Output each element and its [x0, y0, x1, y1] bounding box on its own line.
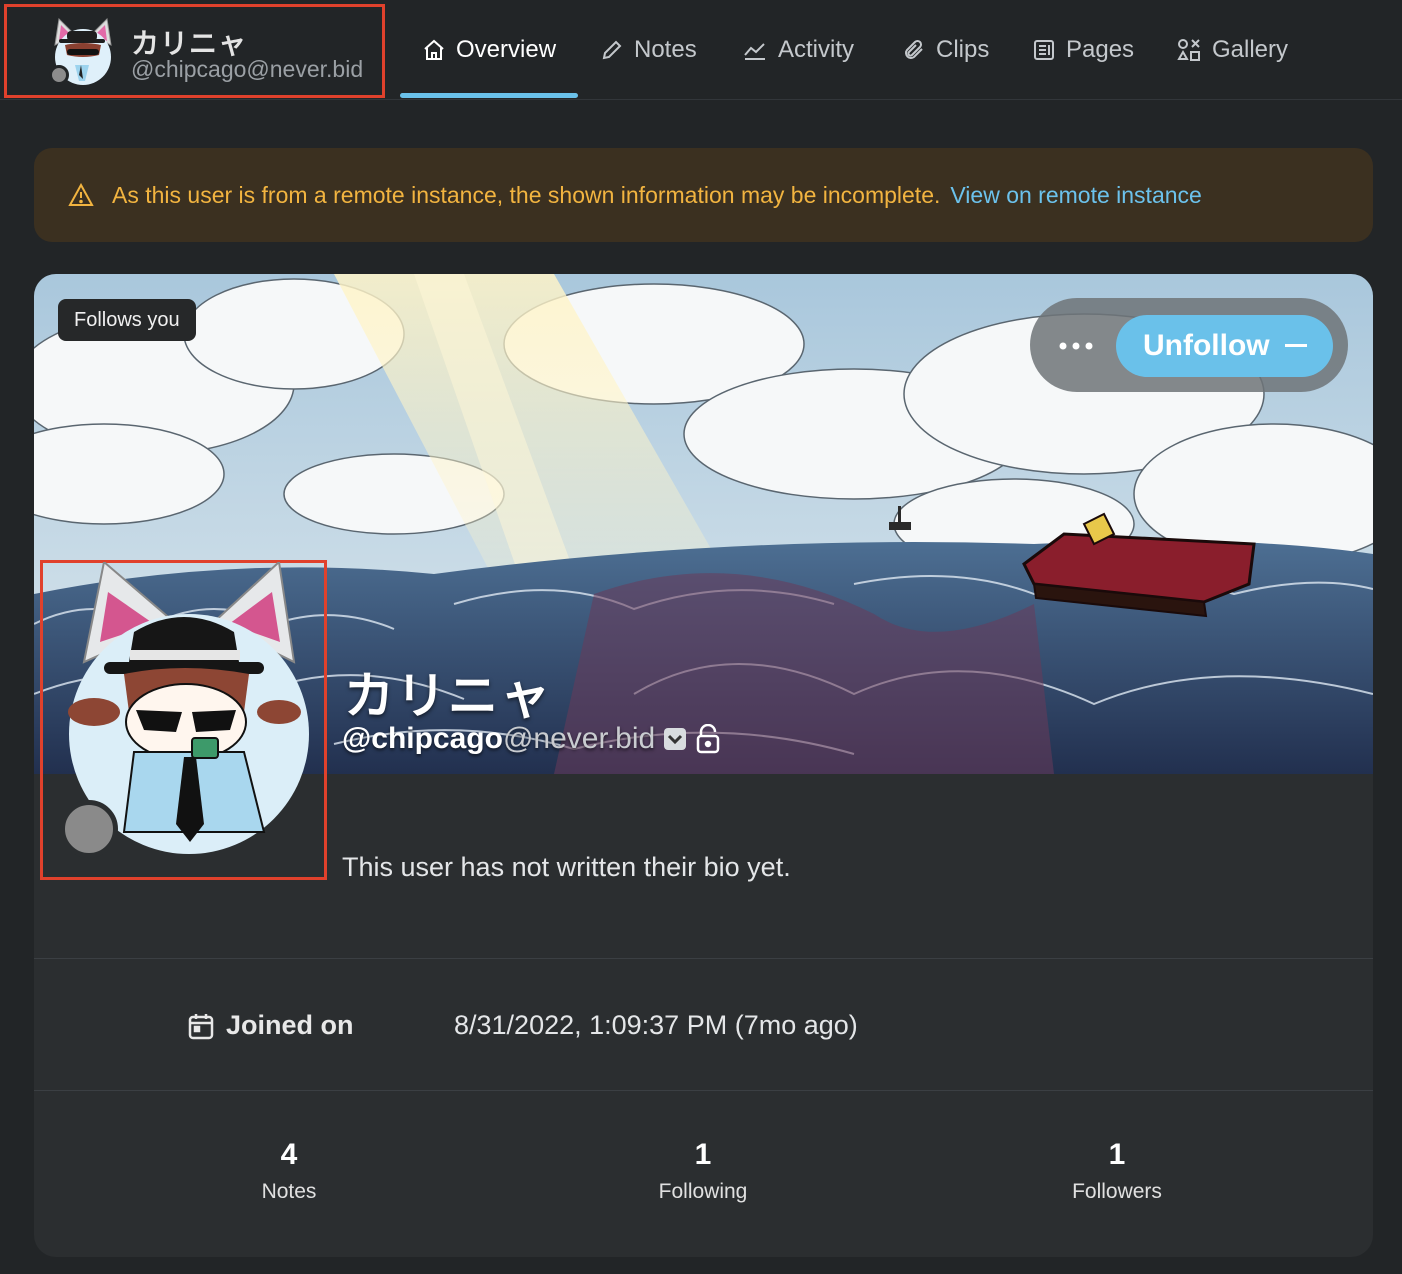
paperclip-icon: [905, 39, 923, 59]
joined-label-text: Joined on: [226, 1010, 354, 1040]
stat-notes[interactable]: 4 Notes: [189, 1138, 389, 1204]
tab-gallery-label: Gallery: [1212, 36, 1289, 63]
tab-activity[interactable]: Activity: [742, 0, 854, 100]
divider: [34, 958, 1373, 959]
stat-following[interactable]: 1 Following: [603, 1138, 803, 1204]
home-icon: [424, 39, 444, 60]
header-status-indicator: [49, 65, 69, 85]
tab-activity-label: Activity: [778, 36, 855, 63]
profile-handle: @chipcago @never.bid: [342, 722, 721, 756]
lock-open-icon: [696, 724, 720, 754]
stat-following-count: 1: [694, 1138, 712, 1171]
header-handle: @chipcago@never.bid: [131, 56, 364, 82]
handle-host: @never.bid: [502, 722, 656, 755]
minus-icon: [1285, 344, 1307, 347]
tab-overview[interactable]: Overview: [422, 0, 556, 100]
tab-pages[interactable]: Pages: [1032, 0, 1134, 100]
profile-display-name: カリニャ: [344, 668, 552, 724]
view-remote-link[interactable]: View on remote instance: [950, 182, 1201, 209]
stat-notes-label: Notes: [261, 1180, 317, 1203]
tab-pages-label: Pages: [1066, 36, 1135, 63]
gallery-icon: [1177, 39, 1200, 61]
profile-card: Follows you Unfollow カリニャ @chipcago @nev…: [34, 274, 1373, 1257]
follows-you-badge: Follows you: [58, 299, 196, 341]
chevron-down-icon[interactable]: [663, 727, 687, 751]
stat-followers[interactable]: 1 Followers: [1017, 1138, 1217, 1204]
tab-notes[interactable]: Notes: [600, 0, 697, 100]
joined-date: 8/31/2022, 1:09:37 PM (7mo ago): [454, 1010, 858, 1040]
profile-header: カリニャ @chipcago@never.bid Overview Notes …: [0, 0, 1402, 100]
unfollow-label: Unfollow: [1143, 329, 1270, 362]
handle-username: @chipcago: [342, 722, 503, 755]
chart-line-icon: [744, 43, 765, 60]
remote-instance-warning: As this user is from a remote instance, …: [34, 148, 1373, 242]
stat-followers-label: Followers: [1072, 1180, 1162, 1203]
tab-clips[interactable]: Clips: [902, 0, 989, 100]
tab-notes-label: Notes: [634, 36, 697, 63]
stat-followers-count: 1: [1108, 1138, 1126, 1171]
pages-icon: [1034, 40, 1054, 60]
stat-following-label: Following: [658, 1180, 748, 1203]
tab-clips-label: Clips: [936, 36, 990, 63]
unfollow-button[interactable]: Unfollow: [1116, 315, 1333, 377]
active-tab-indicator: [400, 93, 578, 98]
stat-notes-count: 4: [280, 1138, 298, 1171]
more-options-button[interactable]: [1054, 326, 1098, 366]
header-user-chip[interactable]: カリニャ @chipcago@never.bid: [4, 4, 385, 98]
alert-triangle-icon: [68, 183, 94, 206]
profile-actions: Unfollow: [1030, 298, 1348, 392]
warning-text: As this user is from a remote instance, …: [112, 181, 941, 208]
ellipsis-icon: [1059, 342, 1093, 350]
avatar-status-indicator: [60, 800, 118, 858]
tab-gallery[interactable]: Gallery: [1176, 0, 1288, 100]
joined-label: Joined on: [188, 1010, 354, 1041]
profile-bio: This user has not written their bio yet.: [342, 852, 791, 882]
tab-overview-label: Overview: [456, 36, 557, 63]
divider: [34, 1090, 1373, 1091]
pencil-icon: [602, 40, 622, 60]
calendar-icon: [188, 1013, 214, 1039]
